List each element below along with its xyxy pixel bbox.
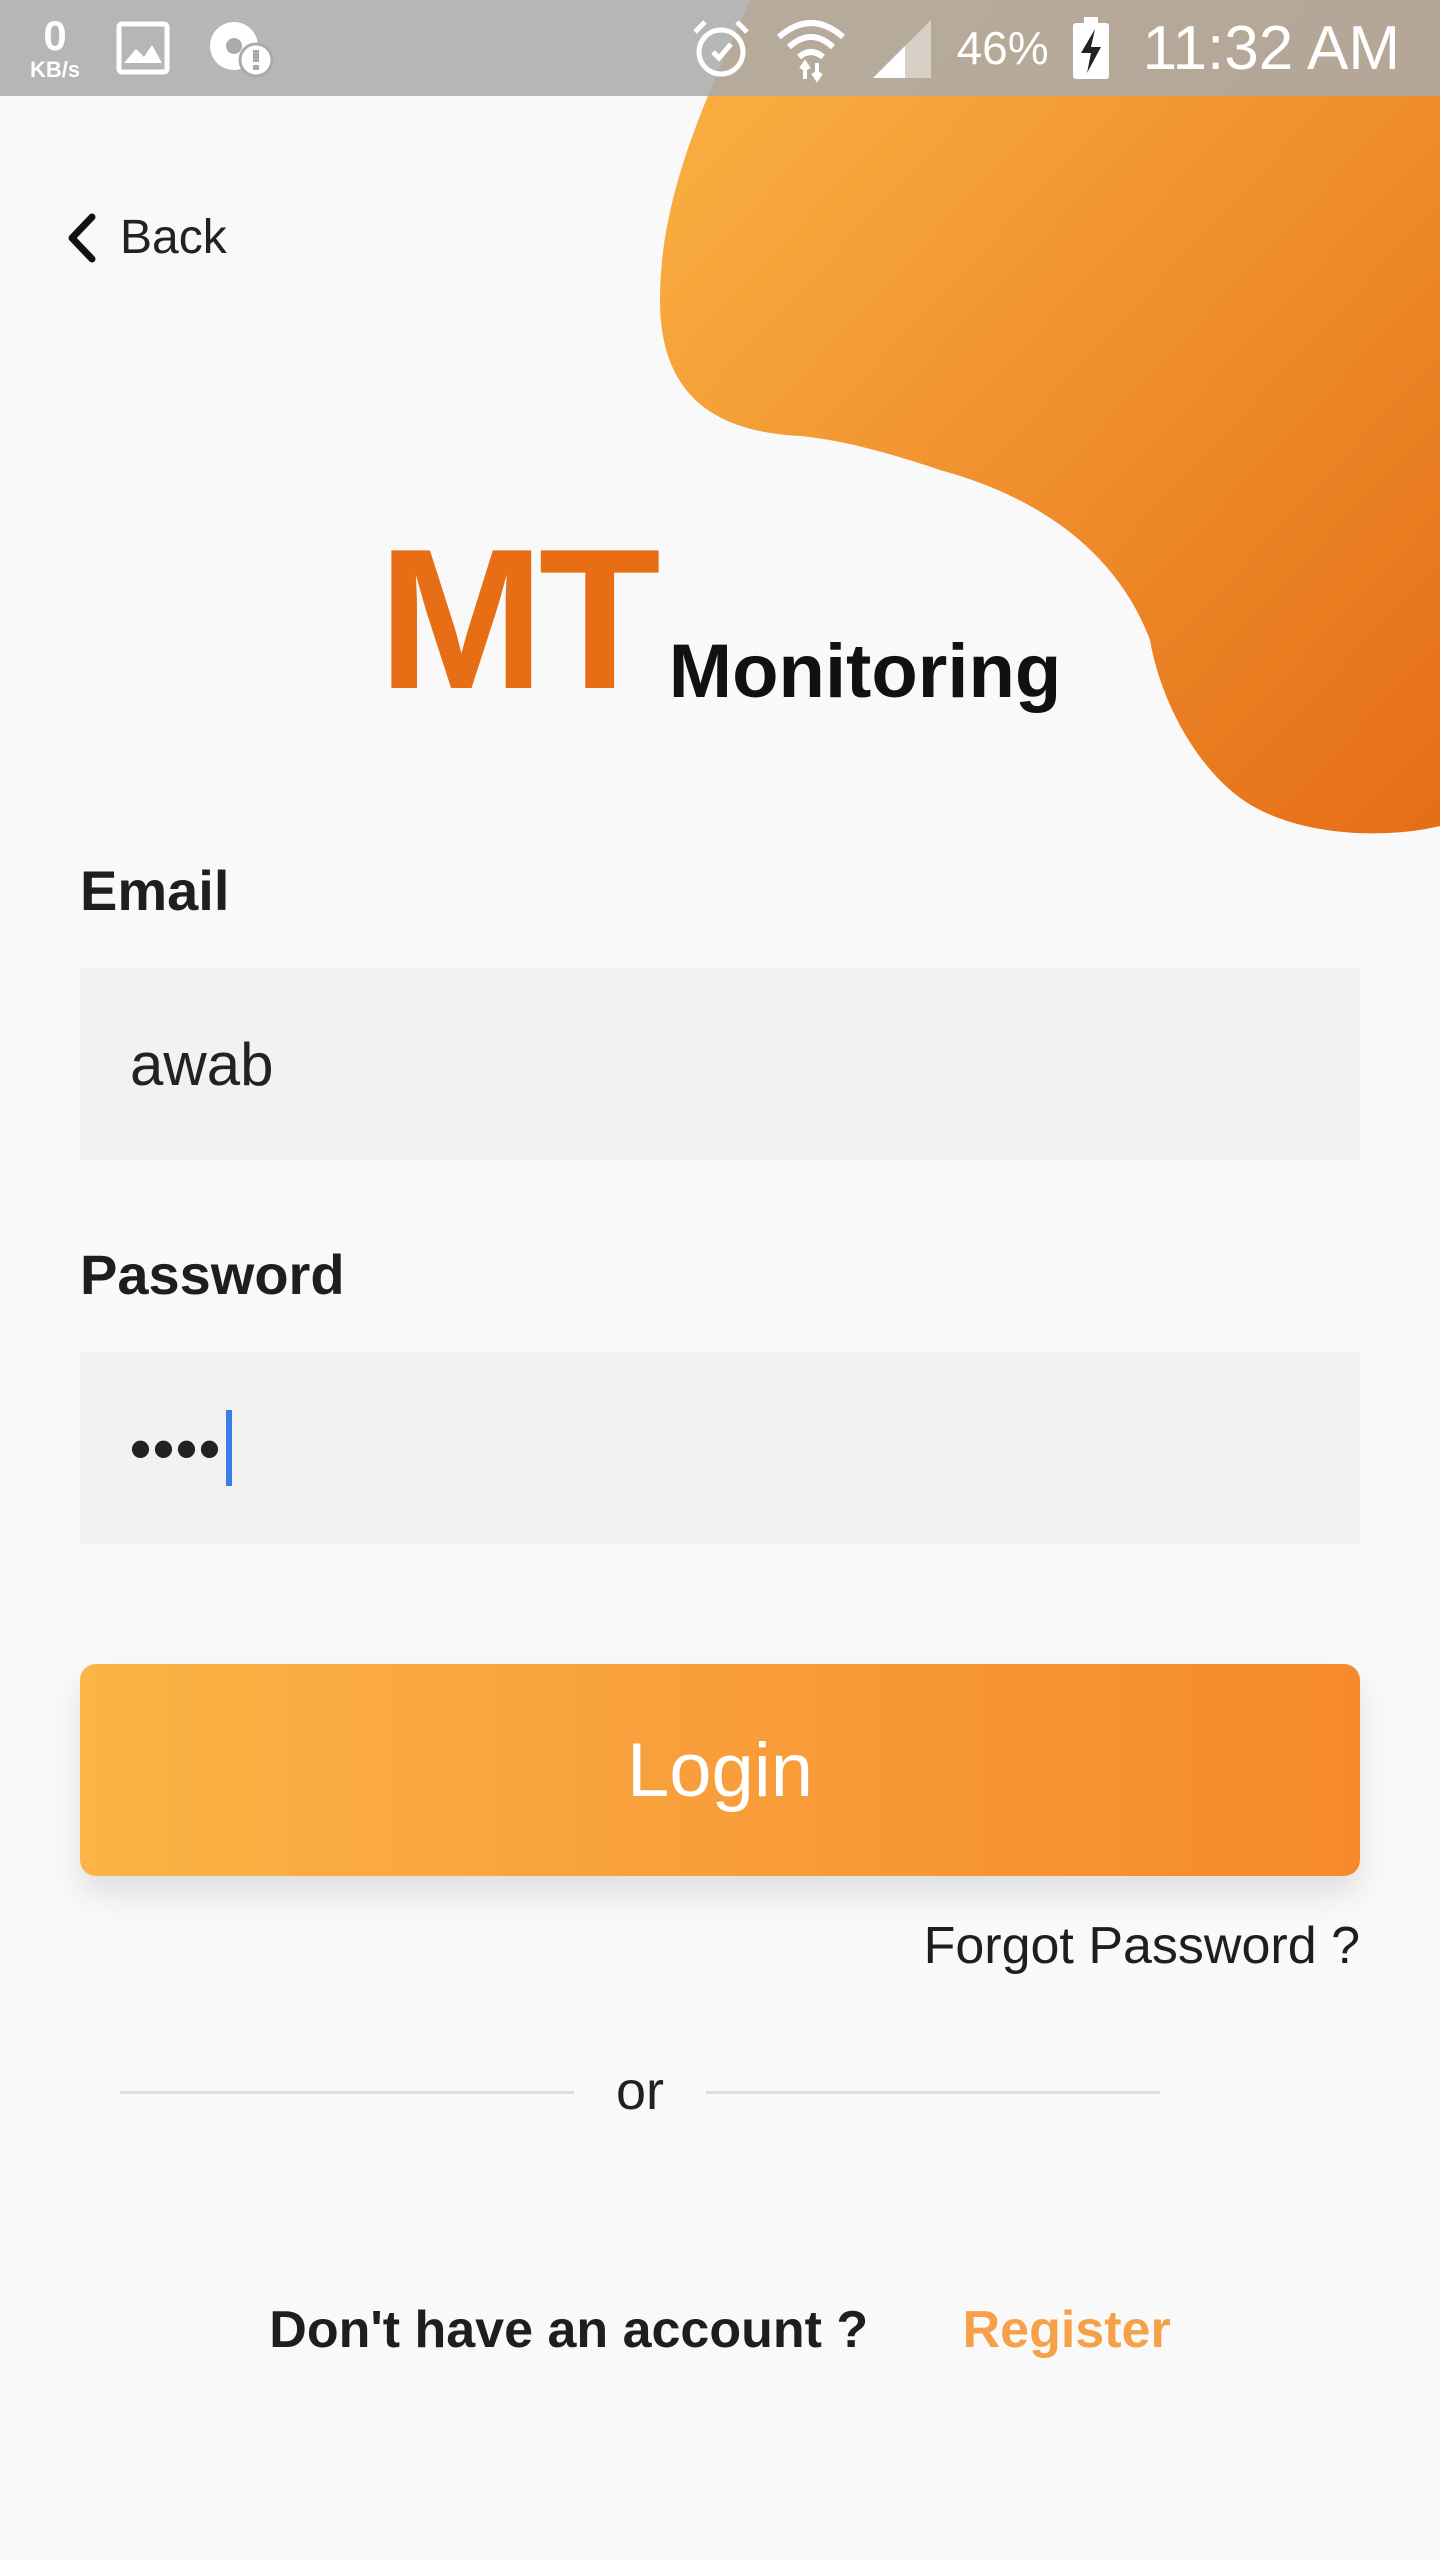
logo-mark: MT: [378, 508, 661, 731]
forgot-password-link[interactable]: Forgot Password ?: [924, 1916, 1360, 1976]
register-link[interactable]: Register: [963, 2301, 1171, 2359]
email-input[interactable]: [130, 1029, 1310, 1099]
network-speed-value: 0: [43, 12, 67, 59]
logo-name: Monitoring: [668, 629, 1062, 714]
battery-charging-icon: [1072, 17, 1109, 79]
register-row: Don't have an account ? Register: [0, 2300, 1440, 2360]
wifi-icon: [776, 20, 845, 83]
login-button[interactable]: Login: [80, 1664, 1360, 1876]
decorative-blob: [660, 0, 1440, 834]
network-speed-unit: KB/s: [30, 57, 81, 82]
divider-line-right: [706, 2091, 1160, 2094]
login-screen: 0 KB/s 46% 11:32 AM Back MT Monitoring E…: [0, 0, 1440, 2560]
network-speed: 0 KB/s: [30, 15, 80, 81]
password-masked-value: ••••: [130, 1414, 223, 1482]
or-divider: or: [120, 2056, 1160, 2126]
status-bar: 0 KB/s 46% 11:32 AM: [0, 0, 1440, 96]
alarm-icon: [692, 20, 749, 77]
signal-icon: [872, 20, 931, 78]
password-field[interactable]: ••••: [80, 1352, 1360, 1544]
gallery-icon: [116, 21, 170, 75]
password-label: Password: [80, 1243, 345, 1306]
password-input[interactable]: ••••: [130, 1410, 233, 1486]
notification-alert-icon: [210, 22, 274, 78]
status-bar-left: 0 KB/s: [30, 0, 276, 96]
status-bar-right: 46% 11:32 AM: [689, 0, 1400, 96]
battery-percent: 46%: [956, 22, 1049, 74]
clock-time: 11:32 AM: [1142, 13, 1400, 83]
chevron-left-icon: [68, 213, 96, 262]
app-logo: MT Monitoring: [378, 520, 1061, 720]
email-label: Email: [80, 859, 230, 922]
email-field[interactable]: [80, 968, 1360, 1160]
back-button[interactable]: Back: [64, 210, 227, 265]
text-caret: [226, 1410, 233, 1486]
no-account-text: Don't have an account ?: [269, 2301, 869, 2359]
back-label: Back: [120, 211, 227, 264]
